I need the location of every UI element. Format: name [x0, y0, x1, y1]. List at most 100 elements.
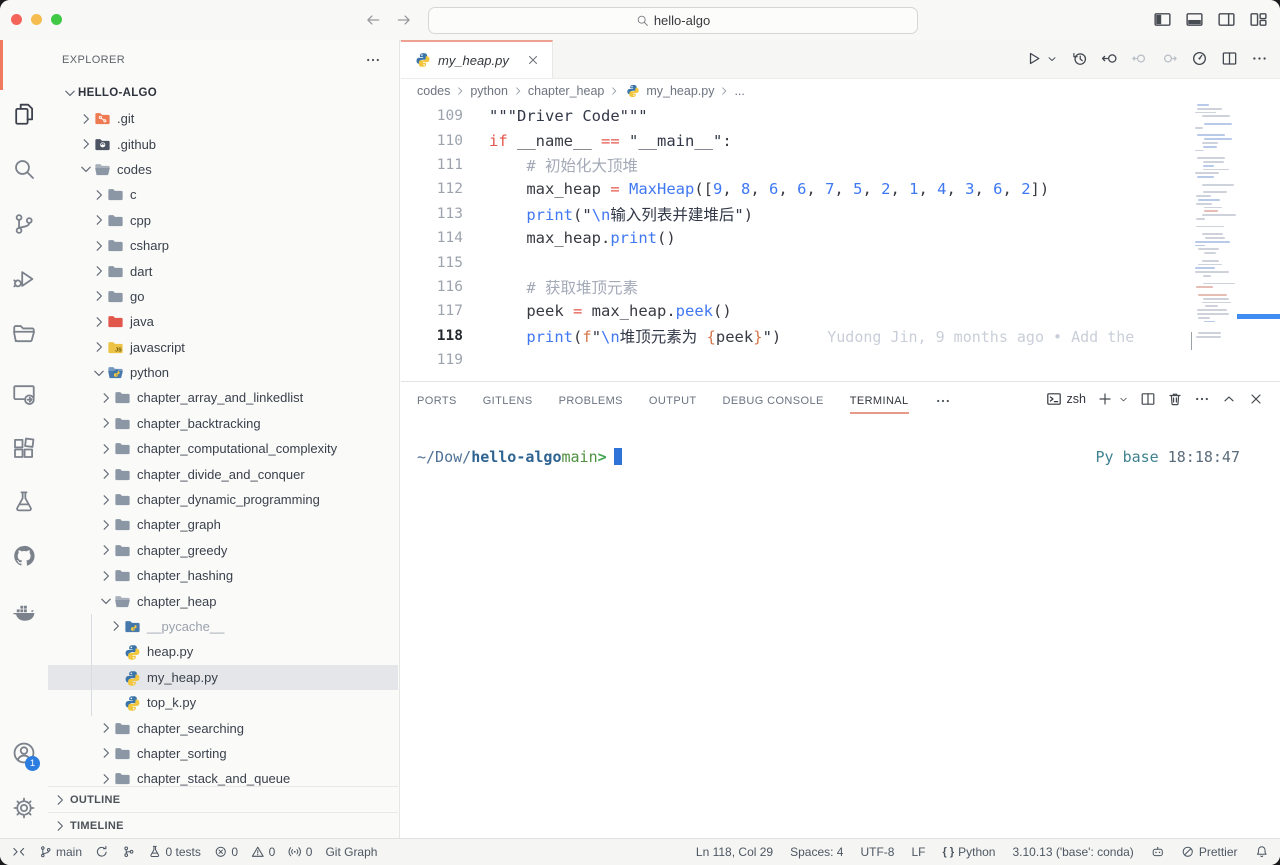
layout-right-icon[interactable]: [1217, 10, 1236, 29]
layout-grid-icon[interactable]: [1249, 10, 1268, 29]
terminal-dropdown-icon[interactable]: [1118, 394, 1129, 405]
tab-my-heap-py[interactable]: my_heap.py: [401, 40, 553, 78]
code-line-112[interactable]: 112 max_heap = MaxHeap([9, 8, 6, 6, 7, 5…: [401, 177, 1280, 201]
status-prettier[interactable]: Prettier: [1181, 845, 1237, 859]
activity-bar-item-testing[interactable]: [0, 482, 48, 522]
line-number[interactable]: 117: [401, 303, 463, 319]
tree-item-csharp[interactable]: csharp: [48, 233, 398, 258]
code-line-110[interactable]: 110if __name__ == "__main__":: [401, 128, 1280, 152]
tree-item-chapter-backtracking[interactable]: chapter_backtracking: [48, 411, 398, 436]
minimize-window-button[interactable]: [31, 14, 42, 25]
tree-item-heap-py[interactable]: heap.py: [48, 639, 398, 664]
panel-tab-terminal[interactable]: TERMINAL: [850, 382, 909, 419]
run-icon[interactable]: [1025, 50, 1042, 67]
status-lf[interactable]: LF: [911, 845, 925, 859]
history-icon[interactable]: [1071, 50, 1088, 67]
tree-item-chapter-dynamic-programming[interactable]: chapter_dynamic_programming: [48, 487, 398, 512]
code-line-119[interactable]: 119: [401, 348, 1280, 372]
tree-item-python[interactable]: python: [48, 360, 398, 385]
run-marker-icon[interactable]: [1191, 50, 1208, 67]
activity-bar-item-source-control[interactable]: [0, 204, 48, 244]
activity-bar-item-file-folders[interactable]: [0, 314, 48, 354]
status-git-graph[interactable]: Git Graph: [325, 845, 377, 859]
code-line-116[interactable]: 116 # 获取堆顶元素: [401, 275, 1280, 299]
code-editor[interactable]: 109"""Driver Code"""110if __name__ == "_…: [401, 104, 1280, 381]
sidebar-section-timeline[interactable]: TIMELINE: [48, 812, 398, 838]
code-line-113[interactable]: 113 print("\n输入列表并建堆后"): [401, 202, 1280, 226]
layout-left-icon[interactable]: [1153, 10, 1172, 29]
status-copilot[interactable]: [1151, 845, 1165, 859]
activity-bar-item-settings[interactable]: [0, 788, 48, 828]
more-actions-icon[interactable]: [365, 52, 381, 68]
panel-tab-problems[interactable]: PROBLEMS: [559, 382, 623, 419]
tree-item--github[interactable]: .github: [48, 131, 398, 156]
status-utf-8[interactable]: UTF-8: [860, 845, 894, 859]
breadcrumb-item[interactable]: python: [470, 84, 508, 98]
tree-item--pycache-[interactable]: __pycache__: [48, 614, 398, 639]
panel-tab-ports[interactable]: PORTS: [417, 382, 457, 419]
line-number[interactable]: 115: [401, 255, 463, 271]
activity-bar-item-extensions[interactable]: [0, 428, 48, 468]
breadcrumb-item[interactable]: ...: [734, 84, 744, 98]
status-python[interactable]: { }Python: [942, 845, 995, 859]
activity-bar-item-search[interactable]: [0, 149, 48, 189]
kill-terminal-icon[interactable]: [1167, 391, 1183, 407]
split-terminal-icon[interactable]: [1140, 391, 1156, 407]
breadcrumb-item[interactable]: my_heap.py: [646, 84, 714, 98]
line-number[interactable]: 116: [401, 279, 463, 295]
close-panel-icon[interactable]: [1248, 391, 1264, 407]
status-bell[interactable]: [1255, 845, 1269, 859]
code-line-109[interactable]: 109"""Driver Code""": [401, 104, 1280, 128]
chev-down-icon[interactable]: [1046, 53, 1058, 65]
tree-item-chapter-graph[interactable]: chapter_graph: [48, 512, 398, 537]
sidebar-section-outline[interactable]: OUTLINE: [48, 786, 398, 812]
layout-bottom-icon[interactable]: [1185, 10, 1204, 29]
tree-item-dart[interactable]: dart: [48, 258, 398, 283]
tree-item-chapter-hashing[interactable]: chapter_hashing: [48, 563, 398, 588]
breadcrumb-item[interactable]: chapter_heap: [528, 84, 604, 98]
tree-item-java[interactable]: java: [48, 309, 398, 334]
status-0[interactable]: 0: [251, 845, 275, 859]
activity-bar-item-github[interactable]: [0, 536, 48, 576]
status-0-tests[interactable]: 0 tests: [148, 845, 201, 859]
line-number[interactable]: 118: [401, 328, 463, 344]
line-number[interactable]: 119: [401, 352, 463, 368]
line-number[interactable]: 110: [401, 133, 463, 149]
status-git-graph[interactable]: [122, 845, 136, 859]
line-number[interactable]: 113: [401, 206, 463, 222]
tree-item--git[interactable]: .git: [48, 106, 398, 131]
close-window-button[interactable]: [11, 14, 22, 25]
activity-bar-item-docker[interactable]: [0, 591, 48, 631]
zoom-window-button[interactable]: [51, 14, 62, 25]
more-icon[interactable]: [935, 393, 951, 409]
code-line-114[interactable]: 114 max_heap.print(): [401, 226, 1280, 250]
tree-item-go[interactable]: go: [48, 284, 398, 309]
go-back-icon[interactable]: [364, 11, 382, 29]
line-number[interactable]: 111: [401, 157, 463, 173]
tree-item-hello-algo[interactable]: HELLO-ALGO: [48, 81, 398, 106]
activity-bar-item-accounts[interactable]: 1: [0, 733, 48, 773]
tree-item-chapter-greedy[interactable]: chapter_greedy: [48, 538, 398, 563]
line-number[interactable]: 114: [401, 230, 463, 246]
split-editor-icon[interactable]: [1221, 50, 1238, 67]
terminal[interactable]: ~/Dow/hello-algo main >Py base 18:18:47: [417, 448, 1264, 466]
line-number[interactable]: 109: [401, 108, 463, 124]
status-ln-118-col-29[interactable]: Ln 118, Col 29: [696, 845, 773, 859]
tree-item-c[interactable]: c: [48, 182, 398, 207]
activity-bar-item-remote-explorer[interactable]: [0, 374, 48, 414]
activity-bar-item-run-and-debug[interactable]: [0, 259, 48, 299]
panel-more-icon[interactable]: [1194, 391, 1210, 407]
tree-item-chapter-divide-and-conquer[interactable]: chapter_divide_and_conquer: [48, 461, 398, 486]
maximize-panel-icon[interactable]: [1221, 391, 1237, 407]
new-terminal-icon[interactable]: [1097, 391, 1113, 407]
tree-item-codes[interactable]: codes: [48, 157, 398, 182]
tree-item-top-k-py[interactable]: top_k.py: [48, 690, 398, 715]
status-0[interactable]: 0: [214, 845, 238, 859]
status-spaces-4[interactable]: Spaces: 4: [790, 845, 843, 859]
tree-item-chapter-computational-complexity[interactable]: chapter_computational_complexity: [48, 436, 398, 461]
status-3-10-13-base-conda[interactable]: 3.10.13 ('base': conda): [1012, 845, 1133, 859]
panel-tab-gitlens[interactable]: GITLENS: [483, 382, 533, 419]
status-sync[interactable]: [95, 845, 109, 859]
panel-tab-output[interactable]: OUTPUT: [649, 382, 697, 419]
tree-item-chapter-searching[interactable]: chapter_searching: [48, 715, 398, 740]
